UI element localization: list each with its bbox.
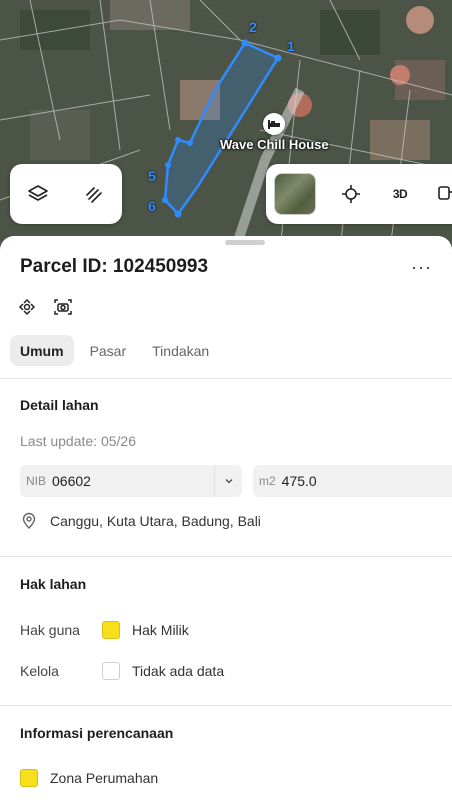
poi-marker[interactable]: Wave Chill House — [220, 113, 329, 152]
area-field[interactable]: m2 475.0 — [253, 465, 452, 497]
3d-toggle[interactable]: 3D — [379, 172, 420, 216]
rights-value: Tidak ada data — [132, 663, 225, 679]
location-text: Canggu, Kuta Utara, Badung, Bali — [50, 513, 261, 529]
zone-label: Zona Perumahan — [50, 770, 159, 786]
satellite-toggle[interactable] — [274, 172, 316, 216]
nib-value: 06602 — [52, 473, 91, 489]
satellite-thumbnail — [274, 173, 316, 215]
vertex-label-5: 5 — [148, 168, 156, 184]
tab-pasar[interactable]: Pasar — [80, 335, 137, 366]
zone-row[interactable]: Zona Perumahan — [20, 769, 158, 787]
rights-row-kelola: Kelola Tidak ada data — [20, 662, 224, 680]
location-row: Canggu, Kuta Utara, Badung, Bali — [20, 512, 261, 530]
tab-bar: Umum Pasar Tindakan — [10, 335, 219, 366]
map-controls-left — [10, 164, 122, 224]
planning-section-title: Informasi perencanaan — [20, 725, 174, 741]
parcel-sheet: Parcel ID: 102450993 ··· Umum Pasar Tind… — [0, 236, 452, 804]
color-swatch — [102, 662, 120, 680]
map-controls-right: 3D — [266, 164, 452, 224]
map-view[interactable]: 1 2 5 6 Wave Chill House 3D — [0, 0, 452, 250]
draw-button[interactable] — [72, 172, 116, 216]
divider — [0, 378, 452, 379]
more-options-button[interactable]: ··· — [411, 258, 432, 276]
rights-section-title: Hak lahan — [20, 576, 87, 592]
vertex-label-2: 2 — [249, 19, 257, 35]
location-pin-icon — [22, 512, 36, 529]
camera-icon — [54, 299, 72, 315]
measure-icon — [438, 186, 452, 200]
divider — [0, 705, 452, 706]
measure-button[interactable] — [425, 172, 452, 216]
area-value: 475.0 — [281, 473, 317, 489]
screenshot-button[interactable] — [52, 296, 74, 318]
rights-value: Hak Milik — [132, 622, 189, 638]
bed-icon — [263, 113, 286, 135]
rights-key: Kelola — [20, 663, 59, 679]
divider — [0, 556, 452, 557]
crosshair-icon — [341, 185, 360, 203]
vertex-label-6: 6 — [148, 198, 156, 214]
layers-button[interactable] — [16, 172, 60, 216]
rights-key: Hak guna — [20, 622, 80, 638]
color-swatch — [102, 621, 120, 639]
tab-tindakan[interactable]: Tindakan — [142, 335, 219, 366]
parcel-title: Parcel ID: 102450993 — [20, 256, 209, 277]
poi-label: Wave Chill House — [220, 137, 329, 152]
tab-umum[interactable]: Umum — [10, 335, 74, 366]
3d-label: 3D — [392, 187, 408, 201]
nib-prefix: NIB — [26, 474, 47, 488]
sheet-drag-handle[interactable] — [225, 240, 265, 245]
last-update: Last update: 05/26 — [20, 433, 136, 449]
zone-swatch — [20, 769, 38, 787]
focus-parcel-icon — [18, 298, 36, 316]
rights-row-hak-guna: Hak guna Hak Milik — [20, 621, 189, 639]
layers-icon — [28, 185, 48, 201]
locate-button[interactable] — [330, 172, 371, 216]
zoom-to-parcel-button[interactable] — [16, 296, 38, 318]
chevron-down-icon — [214, 465, 242, 497]
area-prefix: m2 — [259, 474, 276, 488]
draw-icon — [86, 187, 102, 203]
nib-select[interactable]: NIB 06602 — [20, 465, 242, 497]
detail-section-title: Detail lahan — [20, 397, 99, 413]
vertex-label-1: 1 — [287, 38, 295, 54]
